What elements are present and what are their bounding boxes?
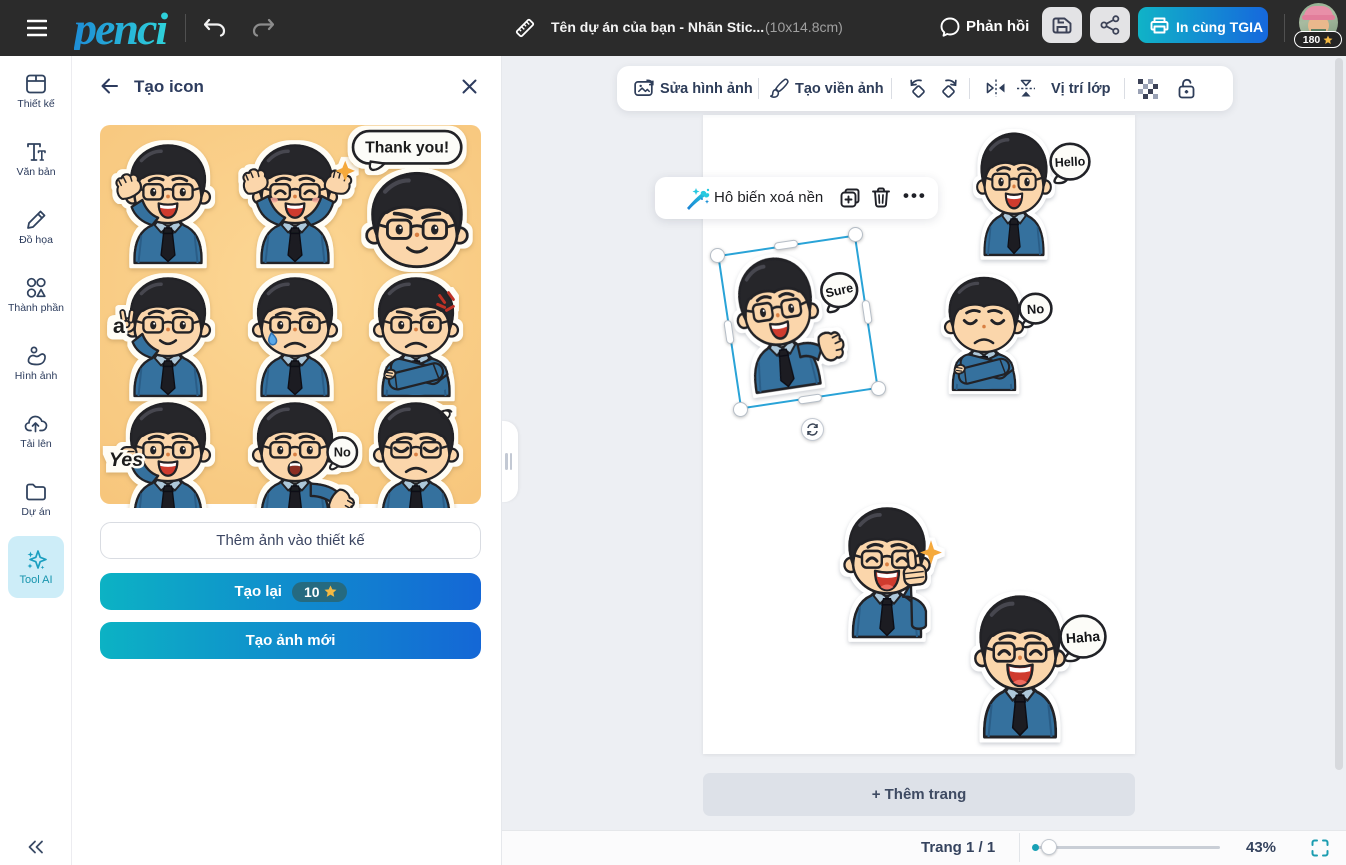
svg-text:a: a — [113, 313, 126, 338]
svg-text:Yes: Yes — [109, 449, 143, 471]
svg-text:Thank you!: Thank you! — [365, 139, 449, 156]
svg-text:No: No — [334, 445, 351, 460]
svg-text:penci: penci — [74, 6, 168, 50]
svg-text:Haha: Haha — [1065, 628, 1100, 646]
svg-text:Hello: Hello — [1054, 154, 1086, 170]
svg-text:No: No — [1026, 301, 1044, 317]
